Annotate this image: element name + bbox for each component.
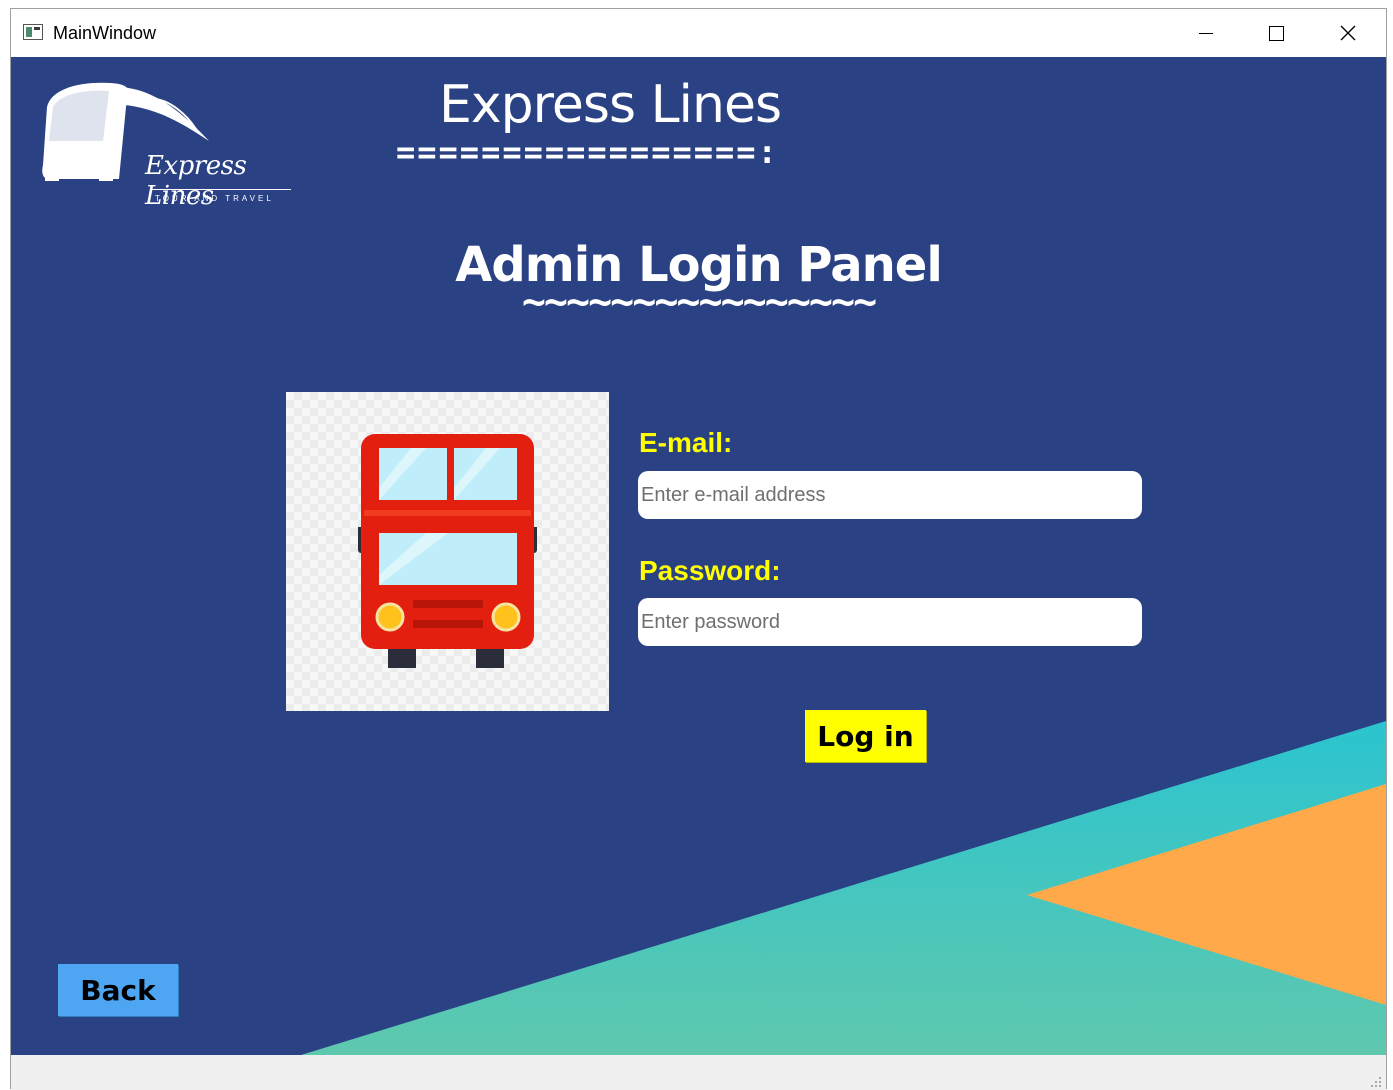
main-window: MainWindow Express Lines TOUR AND TRAVEL… <box>10 8 1387 1090</box>
company-logo: Express Lines TOUR AND TRAVEL <box>39 79 291 211</box>
password-label: Password: <box>639 555 781 586</box>
double-decker-bus-icon <box>358 434 537 668</box>
email-label: E-mail: <box>639 427 733 458</box>
close-button[interactable] <box>1313 9 1383 57</box>
maximize-icon <box>1268 25 1284 41</box>
window-app-icon <box>23 24 43 40</box>
resize-grip-icon[interactable] <box>1370 1076 1382 1088</box>
email-input[interactable] <box>641 483 1139 507</box>
login-button[interactable]: Log in <box>805 710 926 762</box>
maximize-button[interactable] <box>1241 9 1311 57</box>
logo-divider <box>151 189 291 190</box>
minimize-icon <box>1199 32 1213 34</box>
password-field[interactable] <box>638 598 1142 646</box>
email-field[interactable] <box>638 471 1142 519</box>
window-title: MainWindow <box>53 23 157 43</box>
brand-title: Express Lines <box>439 75 782 135</box>
back-button[interactable]: Back <box>58 964 178 1016</box>
login-screen: Express Lines TOUR AND TRAVEL Express Li… <box>11 57 1386 1055</box>
password-input[interactable] <box>641 610 1139 634</box>
bus-image <box>286 392 609 711</box>
page-title-underline: ~~~~~~~~~~~~~~~~ <box>521 279 877 325</box>
minimize-button[interactable] <box>1171 9 1241 57</box>
logo-subtitle: TOUR AND TRAVEL <box>155 194 274 203</box>
title-bar[interactable]: MainWindow <box>11 9 1386 57</box>
brand-title-underline: =================: <box>396 133 779 171</box>
close-icon <box>1340 25 1356 41</box>
status-bar <box>11 1055 1386 1090</box>
